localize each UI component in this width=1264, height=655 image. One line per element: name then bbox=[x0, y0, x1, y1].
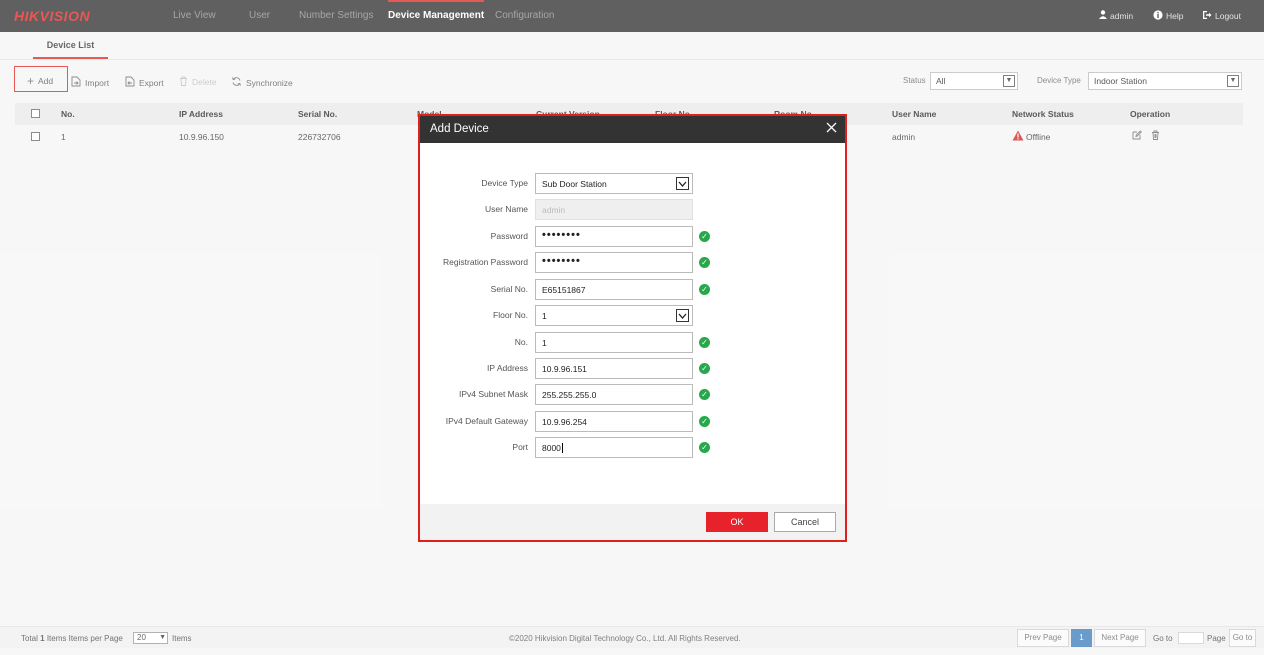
chevron-down-icon bbox=[676, 177, 689, 190]
floor-no-select[interactable]: 1 bbox=[535, 305, 693, 326]
no-field[interactable]: 1 bbox=[535, 332, 693, 353]
no-label: No. bbox=[514, 337, 528, 347]
add-device-dialog: Add Device Device Type Sub Door Station … bbox=[418, 114, 847, 542]
check-icon: ✓ bbox=[699, 284, 710, 295]
dialog-footer: OK Cancel bbox=[420, 504, 845, 540]
floor-no-value: 1 bbox=[542, 311, 547, 321]
check-icon: ✓ bbox=[699, 337, 710, 348]
subnet-mask-label: IPv4 Subnet Mask bbox=[459, 389, 528, 399]
serial-no-field[interactable]: E65151867 bbox=[535, 279, 693, 300]
dialog-title: Add Device bbox=[430, 123, 489, 135]
device-type-select[interactable]: Sub Door Station bbox=[535, 173, 693, 194]
device-type-label: Device Type bbox=[481, 178, 528, 188]
chevron-down-icon bbox=[676, 309, 689, 322]
default-gateway-field[interactable]: 10.9.96.254 bbox=[535, 411, 693, 432]
close-icon[interactable] bbox=[826, 120, 837, 137]
registration-password-label: Registration Password bbox=[442, 257, 528, 267]
user-name-label: User Name bbox=[485, 204, 528, 214]
password-label: Password bbox=[490, 231, 528, 241]
serial-no-label: Serial No. bbox=[490, 284, 528, 294]
check-icon: ✓ bbox=[699, 257, 710, 268]
port-field[interactable]: 8000 bbox=[535, 437, 693, 458]
default-gateway-label: IPv4 Default Gateway bbox=[445, 416, 528, 426]
floor-no-label: Floor No. bbox=[493, 310, 528, 320]
port-value: 8000 bbox=[542, 443, 561, 453]
check-icon: ✓ bbox=[699, 442, 710, 453]
ip-address-field[interactable]: 10.9.96.151 bbox=[535, 358, 693, 379]
subnet-mask-field[interactable]: 255.255.255.0 bbox=[535, 384, 693, 405]
check-icon: ✓ bbox=[699, 231, 710, 242]
dialog-header: Add Device bbox=[420, 116, 845, 143]
user-name-field[interactable]: admin bbox=[535, 199, 693, 220]
text-cursor bbox=[561, 443, 563, 453]
ok-button[interactable]: OK bbox=[706, 512, 768, 532]
check-icon: ✓ bbox=[699, 389, 710, 400]
device-type-value: Sub Door Station bbox=[542, 179, 607, 189]
ip-address-label: IP Address bbox=[487, 363, 528, 373]
cancel-button[interactable]: Cancel bbox=[774, 512, 836, 532]
password-field[interactable]: •••••••• bbox=[535, 226, 693, 247]
check-icon: ✓ bbox=[699, 416, 710, 427]
check-icon: ✓ bbox=[699, 363, 710, 374]
registration-password-field[interactable]: •••••••• bbox=[535, 252, 693, 273]
port-label: Port bbox=[512, 442, 528, 452]
